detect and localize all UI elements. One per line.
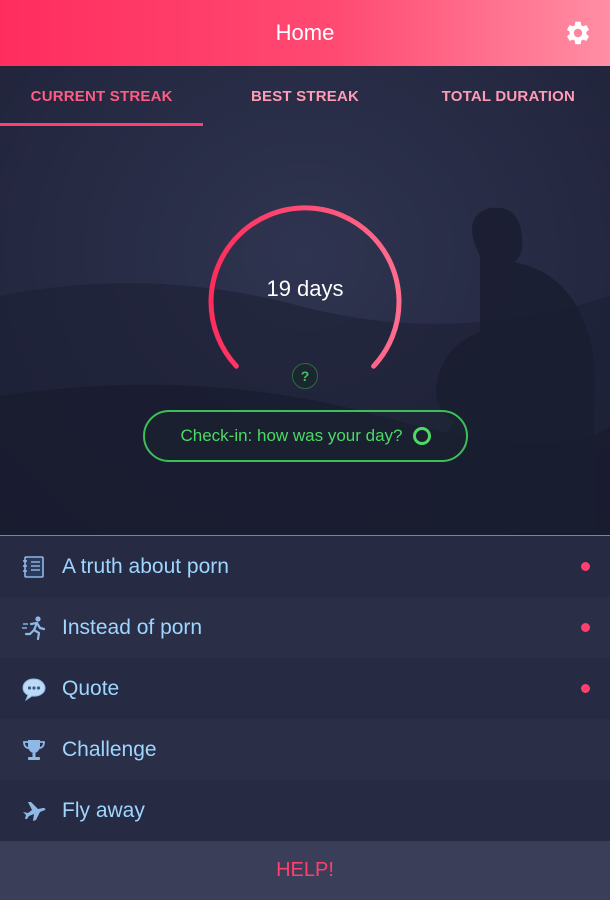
menu-item-fly-away[interactable]: Fly away <box>0 780 610 841</box>
settings-button[interactable] <box>562 17 594 49</box>
airplane-icon <box>20 797 48 825</box>
menu-item-challenge[interactable]: Challenge <box>0 719 610 780</box>
notebook-icon <box>20 553 48 581</box>
menu-item-quote[interactable]: Quote <box>0 658 610 719</box>
menu-item-label: A truth about porn <box>62 554 229 578</box>
running-person-icon <box>20 614 48 642</box>
menu-item-instead[interactable]: Instead of porn <box>0 597 610 658</box>
unread-dot <box>581 623 590 632</box>
unread-dot <box>581 684 590 693</box>
menu-list: A truth about porn Instead of porn Quote <box>0 536 610 841</box>
speech-bubble-icon <box>20 675 48 703</box>
help-button[interactable]: HELP! <box>0 841 610 900</box>
streak-panel: CURRENT STREAK BEST STREAK TOTAL DURATIO… <box>0 66 610 536</box>
menu-item-label: Fly away <box>62 798 145 822</box>
streak-value: 19 days <box>266 276 344 301</box>
menu-item-truth[interactable]: A truth about porn <box>0 536 610 597</box>
checkin-label: Check-in: how was your day? <box>180 426 403 445</box>
circle-icon <box>412 427 431 445</box>
trophy-icon <box>20 736 48 764</box>
menu-item-label: Challenge <box>62 737 157 761</box>
menu-item-label: Quote <box>62 676 120 700</box>
menu-item-label: Instead of porn <box>62 615 203 639</box>
checkin-button[interactable]: Check-in: how was your day? <box>143 410 468 462</box>
help-label: HELP! <box>276 859 334 881</box>
unread-dot <box>581 562 590 571</box>
app-bar: Home <box>0 0 610 66</box>
gear-icon <box>567 21 589 45</box>
streak-help-button[interactable]: ? <box>292 363 318 389</box>
page-title: Home <box>275 20 335 45</box>
